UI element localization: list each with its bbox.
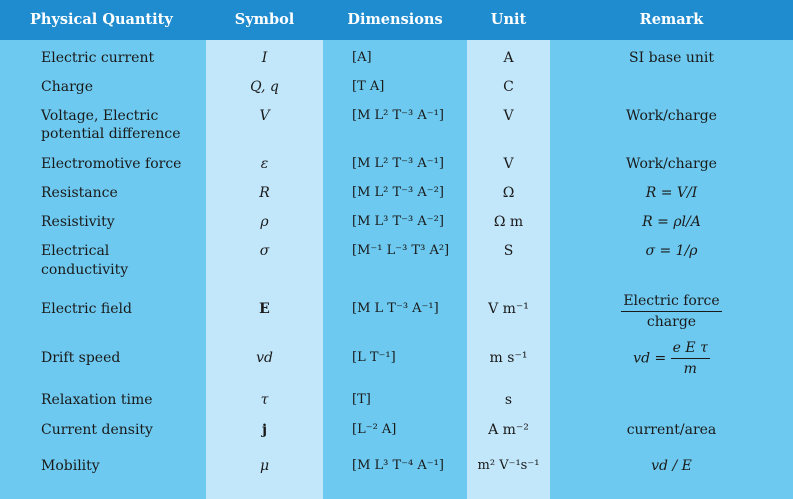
row-quantity: Resistance	[41, 185, 118, 201]
row-symbol: j	[261, 422, 268, 438]
header-dimensions: Dimensions	[347, 11, 443, 28]
row-symbol: Q, q	[250, 79, 279, 95]
row-quantity: Drift speed	[41, 350, 121, 366]
row-quantity: Electric current	[41, 50, 155, 66]
row-quantity: Electromotive force	[41, 156, 182, 172]
fraction-denominator: m	[683, 361, 697, 377]
row-symbol: τ	[260, 392, 269, 408]
row-dimensions: [A]	[352, 50, 372, 65]
row-quantity: Electrical	[41, 243, 110, 259]
row-dimensions: [M L² T⁻³ A⁻¹]	[352, 156, 444, 171]
row-dimensions: [M⁻¹ L⁻³ T³ A²]	[352, 243, 450, 258]
row-quantity: Resistivity	[41, 214, 115, 230]
row-dimensions: [M L³ T⁻⁴ A⁻¹]	[352, 458, 444, 473]
row-remark: Work/charge	[626, 156, 717, 172]
physical-quantities-table: Physical Quantity Symbol Dimensions Unit…	[0, 0, 793, 499]
row-symbol: R	[259, 185, 270, 201]
row-unit: s	[504, 392, 513, 408]
row-dimensions: [L T⁻¹]	[352, 350, 396, 365]
row-dimensions: [M L² T⁻³ A⁻²]	[352, 185, 444, 200]
row-quantity: Charge	[41, 79, 94, 95]
row-dimensions: [L⁻² A]	[352, 422, 397, 437]
row-unit: A m⁻²	[488, 422, 529, 438]
row-unit: V m⁻¹	[488, 301, 529, 317]
row-unit: m s⁻¹	[489, 350, 528, 366]
row-symbol: σ	[259, 243, 270, 259]
row-quantity: Voltage, Electric	[41, 108, 159, 124]
row-symbol: E	[259, 301, 270, 317]
row-dimensions: [T A]	[352, 79, 385, 94]
fraction-numerator: e E τ	[670, 339, 710, 359]
row-symbol: vd	[256, 350, 273, 366]
header-unit: Unit	[490, 11, 527, 28]
fraction: e E τ m	[670, 339, 710, 378]
row-unit: V	[503, 156, 514, 172]
row-quantity-line2: conductivity	[41, 262, 129, 278]
row-remark-fraction: vd = e E τ m	[550, 339, 793, 378]
header-quantity: Physical Quantity	[30, 11, 173, 28]
header-remark: Remark	[639, 11, 704, 28]
row-symbol: μ	[259, 458, 270, 474]
row-symbol: V	[259, 108, 270, 124]
fraction-numerator: Electric force	[621, 292, 722, 312]
row-unit: S	[503, 243, 514, 259]
header-symbol: Symbol	[234, 11, 295, 28]
row-quantity: Electric field	[41, 301, 132, 317]
row-symbol: ε	[260, 156, 269, 172]
row-symbol: ρ	[260, 214, 269, 230]
row-remark: σ = 1/ρ	[645, 243, 698, 259]
row-symbol: I	[261, 50, 268, 66]
fraction: Electric force charge	[621, 292, 722, 331]
row-quantity: Current density	[41, 422, 153, 438]
fraction-denominator: charge	[646, 314, 697, 330]
row-unit: Ω m	[493, 214, 524, 230]
row-remark: R = V/I	[645, 185, 698, 201]
row-unit: m² V⁻¹s⁻¹	[477, 458, 540, 473]
drift-speed-lhs: vd =	[633, 350, 667, 367]
row-unit: C	[503, 79, 514, 95]
row-dimensions: [T]	[352, 392, 371, 407]
row-quantity: Relaxation time	[41, 392, 153, 408]
row-dimensions: [M L³ T⁻³ A⁻²]	[352, 214, 444, 229]
row-unit: V	[503, 108, 514, 124]
row-remark: SI base unit	[629, 50, 714, 66]
row-unit: A	[503, 50, 514, 66]
row-remark: Work/charge	[626, 108, 717, 124]
row-remark: current/area	[626, 422, 717, 438]
row-remark: R = ρl/A	[642, 214, 701, 230]
row-dimensions: [M L T⁻³ A⁻¹]	[352, 301, 439, 316]
row-remark: vd / E	[651, 458, 692, 474]
row-dimensions: [M L² T⁻³ A⁻¹]	[352, 108, 444, 123]
row-remark-fraction: Electric force charge	[550, 292, 793, 331]
row-unit: Ω	[502, 185, 515, 201]
row-quantity: Mobility	[41, 458, 100, 474]
row-quantity-line2: potential difference	[41, 126, 181, 142]
